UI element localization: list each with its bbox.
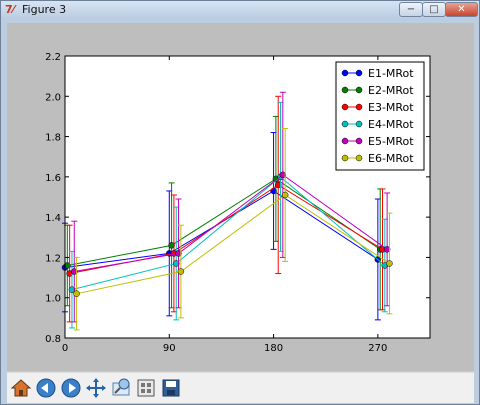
save-icon xyxy=(162,379,180,397)
pan-button[interactable] xyxy=(85,377,107,399)
legend-label: E6-MRot xyxy=(368,152,414,165)
back-button[interactable] xyxy=(35,377,57,399)
legend-marker xyxy=(341,120,349,128)
legend-marker xyxy=(341,103,349,111)
minimize-button[interactable]: − xyxy=(399,2,423,17)
forward-button[interactable] xyxy=(60,377,82,399)
subplots-icon xyxy=(137,379,155,397)
legend-marker xyxy=(355,154,363,162)
x-tick-label: 180 xyxy=(264,343,283,354)
legend-marker xyxy=(355,86,363,94)
legend-marker xyxy=(355,69,363,77)
figure-canvas[interactable]: 0.8 1.0 1.2 1.4 1.6 1.8 2.0 2.2 0 90 180 270 E1-MRo… xyxy=(7,23,474,371)
back-icon xyxy=(36,378,56,398)
window-title: Figure 3 xyxy=(22,3,67,16)
legend-marker xyxy=(341,154,349,162)
y-tick-label: 1.2 xyxy=(45,253,61,264)
zoom-icon xyxy=(112,378,130,396)
legend-marker xyxy=(341,86,349,94)
y-tick-label: 1.4 xyxy=(45,213,61,224)
legend-marker xyxy=(355,120,363,128)
home-icon xyxy=(10,379,32,397)
y-tick-label: 2.2 xyxy=(45,52,61,63)
navigation-toolbar xyxy=(7,372,474,403)
y-tick-label: 1.6 xyxy=(45,173,61,184)
legend-marker xyxy=(341,69,349,77)
title-bar[interactable]: 7⁄ Figure 3 − □ ✕ xyxy=(1,1,479,20)
zoom-button[interactable] xyxy=(110,377,132,399)
figure-window: 7⁄ Figure 3 − □ ✕ 0.8 1.0 1.2 1.4 1.6 1.8 2.0 2… xyxy=(0,0,480,405)
close-button[interactable]: ✕ xyxy=(445,2,478,17)
legend-label: E5-MRot xyxy=(368,135,414,148)
tk-feather-icon: 7⁄ xyxy=(5,3,15,16)
data-point xyxy=(386,260,393,267)
legend-marker xyxy=(341,137,349,145)
legend-label: E2-MRot xyxy=(368,84,414,97)
home-button[interactable] xyxy=(10,377,32,399)
maximize-button[interactable]: □ xyxy=(422,2,446,17)
x-tick-label: 270 xyxy=(368,343,387,354)
data-point xyxy=(177,268,185,275)
subplots-button[interactable] xyxy=(135,377,157,399)
legend-label: E4-MRot xyxy=(368,118,414,131)
y-tick-label: 1.0 xyxy=(45,294,61,305)
y-tick-label: 2.0 xyxy=(45,92,61,103)
legend-label: E3-MRot xyxy=(368,101,414,114)
forward-icon xyxy=(61,378,81,398)
legend-marker xyxy=(355,103,363,111)
x-tick-label: 0 xyxy=(62,343,68,354)
legend-label: E1-MRot xyxy=(368,67,414,80)
chart: 0.8 1.0 1.2 1.4 1.6 1.8 2.0 2.2 0 90 180 270 E1-MRo… xyxy=(45,52,431,354)
x-tick-label: 90 xyxy=(163,343,176,354)
legend-marker xyxy=(355,137,363,145)
data-point xyxy=(281,191,289,199)
pan-icon xyxy=(86,378,106,398)
y-tick-label: 1.8 xyxy=(45,133,61,144)
save-button[interactable] xyxy=(160,377,182,399)
y-tick-label: 0.8 xyxy=(45,334,61,345)
data-point xyxy=(73,290,80,297)
